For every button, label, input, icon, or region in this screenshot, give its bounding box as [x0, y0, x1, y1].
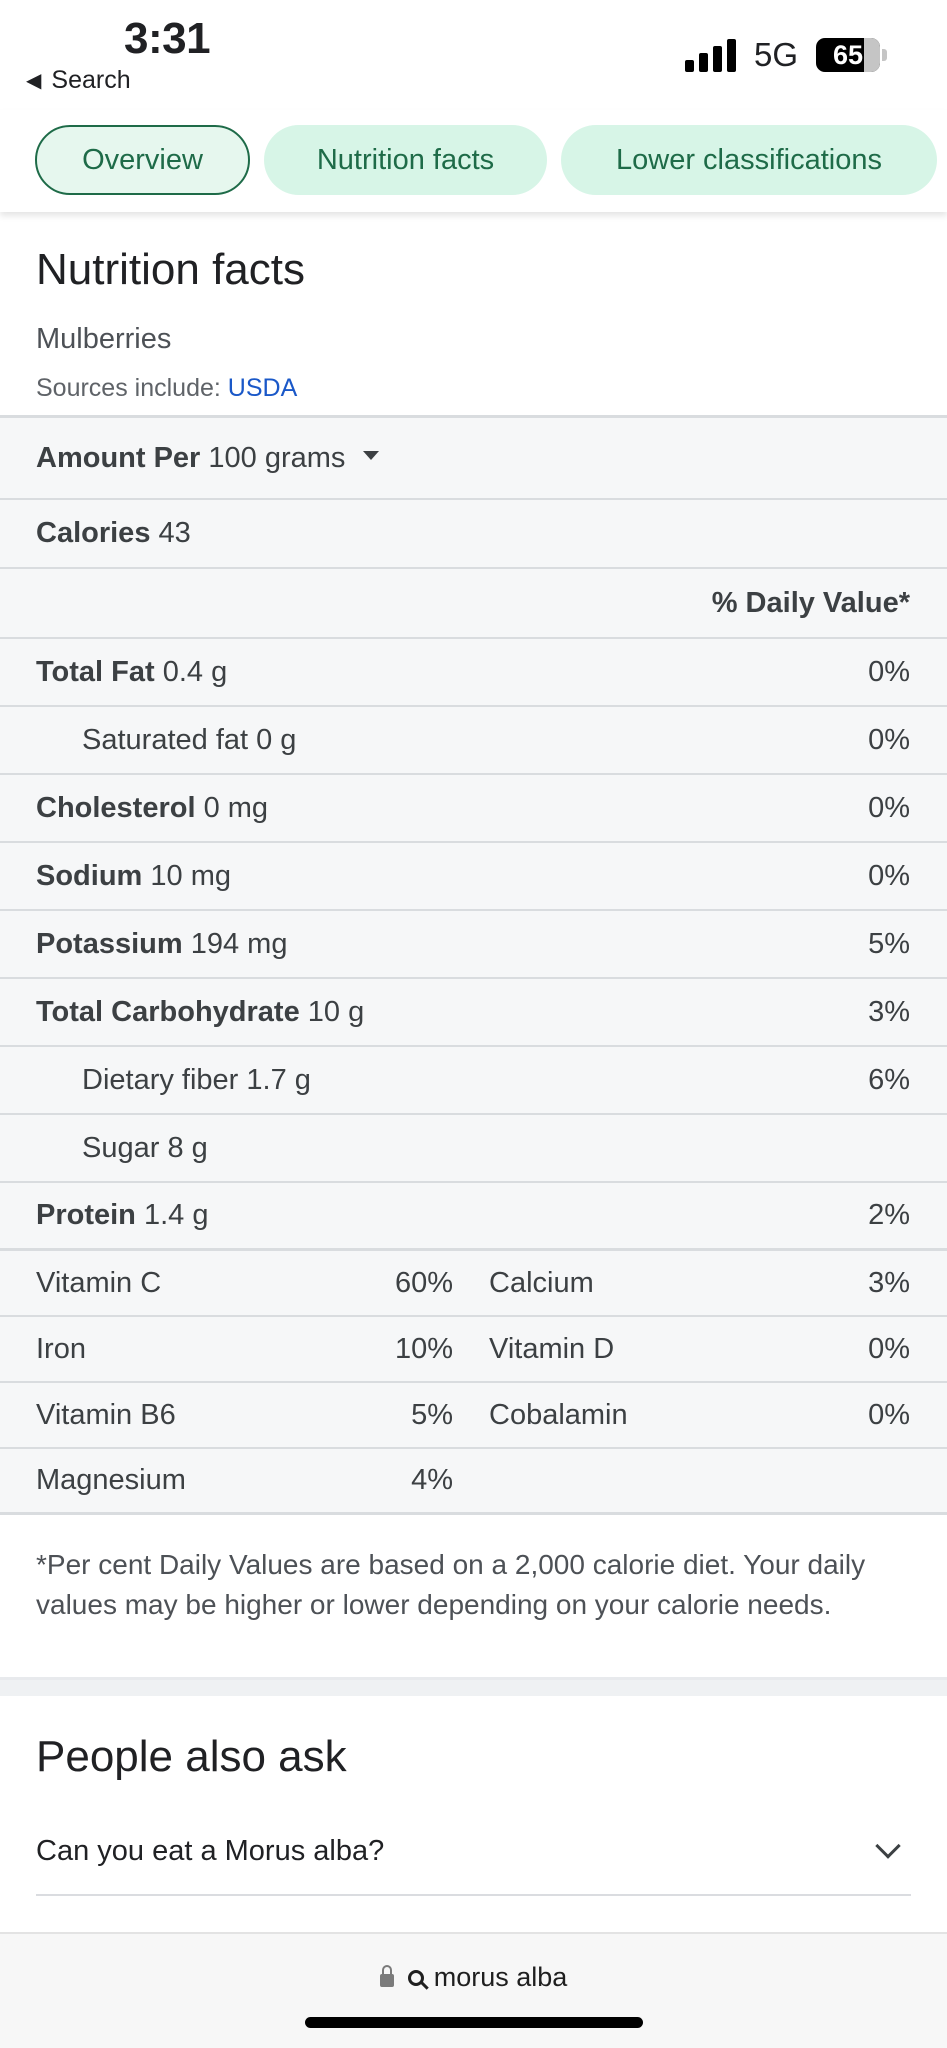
nutrient-amount: 0.4 g — [162, 655, 228, 688]
nutrient-name: Total Fat — [36, 655, 155, 688]
nutrient-amount: 0 mg — [203, 791, 269, 824]
vitamin-row: Magnesium 4% — [0, 1449, 947, 1515]
section-divider — [0, 1680, 947, 1696]
lock-icon — [379, 1965, 394, 1987]
nutrient-daily-value: 0% — [868, 655, 910, 688]
amount-value: 100 grams — [208, 441, 346, 474]
vitamin-name: Vitamin B6 — [36, 1398, 176, 1431]
vitamin-name: Vitamin C — [36, 1266, 162, 1299]
nutrient-row: Potassium 194 mg 5% — [0, 911, 947, 979]
vitamin-name: Calcium — [489, 1266, 594, 1299]
nutrient-name: Total Carbohydrate — [36, 995, 300, 1028]
vitamin-row: Vitamin C 60% Calcium 3% — [0, 1251, 947, 1317]
clock: 3:31 — [124, 14, 211, 63]
address-bar[interactable]: morus alba — [0, 1962, 947, 1993]
nutrient-name: Saturated fat — [82, 723, 249, 756]
nutrient-amount: 1.7 g — [246, 1063, 311, 1096]
nutrient-daily-value: 6% — [868, 1063, 910, 1096]
nutrient-daily-value: 3% — [868, 995, 910, 1028]
vitamin-name: Iron — [36, 1332, 86, 1365]
people-also-ask-title: People also ask — [36, 1732, 347, 1781]
battery-icon: 65 — [816, 38, 880, 72]
food-name: Mulberries — [36, 323, 172, 355]
vitamin-daily-value: 10% — [394, 1332, 453, 1365]
nutrient-row: Saturated fat 0 g 0% — [0, 707, 947, 775]
calories-row: Calories 43 — [0, 500, 947, 569]
nutrient-amount: 10 mg — [150, 859, 232, 892]
vitamin-daily-value: 60% — [394, 1266, 453, 1299]
vitamin-name: Vitamin D — [489, 1332, 615, 1365]
vitamin-row: Vitamin B6 5% Cobalamin 0% — [0, 1383, 947, 1449]
question-text: Can you eat a Morus alba? — [36, 1834, 385, 1867]
serving-size[interactable]: Amount Per 100 grams — [36, 441, 380, 475]
vitamin-daily-value: 0% — [868, 1398, 910, 1431]
nutrient-name: Dietary fiber — [82, 1063, 239, 1096]
nutrient-row: Cholesterol 0 mg 0% — [0, 775, 947, 843]
status-indicators: 5G 65 — [684, 36, 887, 74]
browser-bottom-bar: morus alba — [0, 1932, 947, 2048]
nutrient-daily-value: 0% — [868, 723, 910, 756]
daily-value-footnote: *Per cent Daily Values are based on a 2,… — [0, 1515, 947, 1680]
daily-value-header: % Daily Value* — [711, 586, 910, 619]
back-to-search-button[interactable]: ◀ Search — [26, 66, 131, 95]
nutrient-name: Potassium — [36, 927, 183, 960]
serving-size-row[interactable]: Amount Per 100 grams — [0, 418, 947, 500]
nutrient-row: Dietary fiber 1.7 g 6% — [0, 1047, 947, 1115]
back-label: Search — [51, 66, 131, 94]
nutrient-row: Sugar 8 g — [0, 1115, 947, 1183]
vitamin-row: Iron 10% Vitamin D 0% — [0, 1317, 947, 1383]
nutrient-daily-value: 5% — [868, 927, 910, 960]
source-prefix: Sources include: — [36, 374, 221, 402]
nutrient-row: Protein 1.4 g 2% — [0, 1183, 947, 1251]
nutrient-amount: 1.4 g — [143, 1199, 209, 1231]
nutrient-amount: 0 g — [256, 723, 297, 756]
nutrient-name: Sugar — [82, 1131, 160, 1164]
nutrient-amount: 194 mg — [190, 927, 288, 960]
nutrient-amount: 10 g — [307, 995, 365, 1028]
amount-label: Amount Per — [36, 441, 201, 474]
network-type: 5G — [753, 36, 798, 73]
chevron-down-icon[interactable] — [875, 1833, 901, 1859]
vitamin-daily-value: 0% — [868, 1332, 910, 1365]
nutrient-daily-value: 0% — [868, 791, 910, 824]
nutrient-daily-value: 2% — [868, 1199, 910, 1231]
nutrient-row: Sodium 10 mg 0% — [0, 843, 947, 911]
nutrient-row: Total Fat 0.4 g 0% — [0, 639, 947, 707]
calories-label: Calories — [36, 517, 151, 549]
vitamin-daily-value: 3% — [868, 1266, 910, 1299]
daily-value-header-row: % Daily Value* — [0, 569, 947, 639]
back-triangle-icon: ◀ — [26, 70, 42, 92]
nutrient-daily-value: 0% — [868, 859, 910, 892]
source-line: Sources include: USDA — [36, 374, 297, 403]
vitamin-name: Cobalamin — [489, 1398, 628, 1431]
nutrient-row: Total Carbohydrate 10 g 3% — [0, 979, 947, 1047]
chip-nutrition-facts[interactable]: Nutrition facts — [264, 125, 547, 195]
nutrient-name: Sodium — [36, 859, 143, 892]
caret-down-icon[interactable] — [363, 451, 380, 461]
section-chips: Overview Nutrition facts Lower classific… — [0, 110, 947, 212]
battery-cap — [882, 49, 887, 61]
search-icon — [407, 1969, 424, 1986]
home-indicator[interactable] — [305, 2017, 643, 2028]
chip-overview[interactable]: Overview — [35, 125, 250, 195]
calories-value: 43 — [158, 517, 191, 549]
cellular-signal-icon — [684, 38, 736, 72]
nutrient-name: Cholesterol — [36, 791, 196, 824]
vitamin-daily-value: 4% — [411, 1464, 453, 1496]
nutrient-amount: 8 g — [167, 1131, 208, 1164]
vitamin-name: Magnesium — [36, 1464, 186, 1496]
battery-level: 65 — [832, 39, 864, 70]
nutrition-title: Nutrition facts — [36, 245, 305, 294]
url-query: morus alba — [433, 1962, 568, 1992]
status-bar: 3:31 ◀ Search 5G 65 — [0, 0, 947, 110]
source-link-usda[interactable]: USDA — [228, 374, 297, 402]
vitamin-daily-value: 5% — [411, 1398, 453, 1431]
nutrient-name: Protein — [36, 1199, 136, 1231]
nutrition-table: Amount Per 100 grams Calories 43 % Daily… — [0, 415, 947, 1515]
chip-lower-classifications[interactable]: Lower classifications — [561, 125, 937, 195]
question-item[interactable]: Can you eat a Morus alba? — [36, 1808, 911, 1896]
